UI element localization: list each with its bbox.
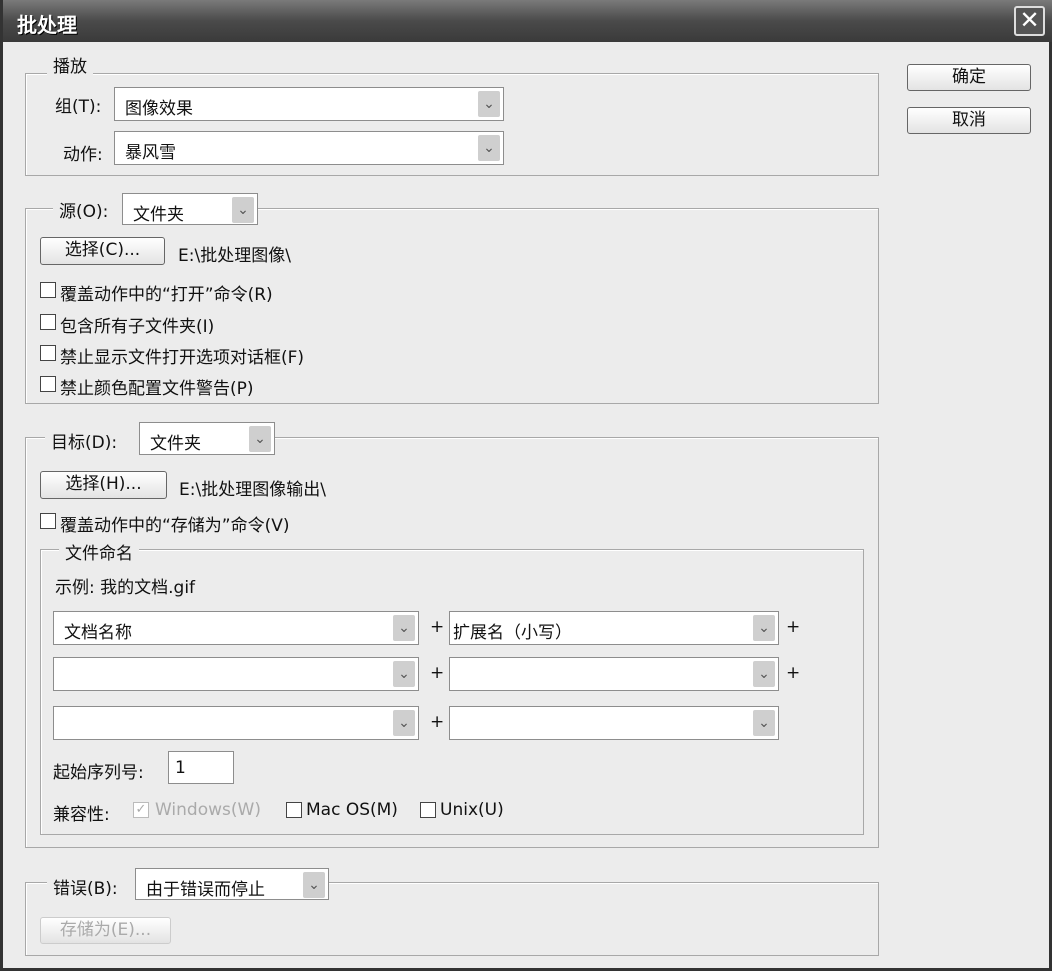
plus-sign: + bbox=[430, 617, 445, 637]
override-save-as-label: 覆盖动作中的“存储为”命令(V) bbox=[60, 516, 290, 536]
override-open-checkbox[interactable] bbox=[40, 282, 56, 298]
naming-field-value: 文档名称 bbox=[64, 623, 132, 643]
destination-choose-button[interactable]: 选择(H)... bbox=[40, 471, 167, 499]
title-bar: 批处理 ✕ bbox=[3, 0, 1052, 42]
chevron-down-icon: ⌄ bbox=[753, 710, 775, 736]
group-select[interactable]: 图像效果 ⌄ bbox=[114, 87, 504, 121]
macos-checkbox[interactable] bbox=[286, 802, 302, 818]
file-naming-legend: 文件命名 bbox=[59, 539, 139, 564]
plus-sign: + bbox=[430, 663, 445, 683]
chevron-down-icon: ⌄ bbox=[232, 197, 254, 223]
naming-field-1[interactable]: 文档名称 ⌄ bbox=[53, 611, 419, 645]
unix-label: Unix(U) bbox=[440, 800, 504, 820]
chevron-down-icon: ⌄ bbox=[478, 135, 500, 161]
chevron-down-icon: ⌄ bbox=[303, 872, 325, 898]
plus-sign: + bbox=[430, 712, 445, 732]
naming-field-value: 扩展名（小写） bbox=[453, 623, 572, 643]
action-label: 动作: bbox=[63, 145, 103, 165]
compat-label: 兼容性: bbox=[53, 805, 110, 825]
serial-label: 起始序列号: bbox=[53, 763, 144, 783]
source-path: E:\批处理图像\ bbox=[178, 246, 291, 266]
naming-field-3[interactable]: ⌄ bbox=[53, 657, 419, 691]
serial-value: 1 bbox=[175, 758, 186, 778]
action-value: 暴风雪 bbox=[125, 143, 176, 163]
source-select[interactable]: 文件夹 ⌄ bbox=[122, 193, 258, 225]
naming-field-4[interactable]: ⌄ bbox=[449, 657, 779, 691]
override-save-as-checkbox[interactable] bbox=[40, 513, 56, 529]
destination-label: 目标(D): bbox=[45, 428, 141, 453]
group-value: 图像效果 bbox=[125, 99, 193, 119]
include-subfolders-label: 包含所有子文件夹(I) bbox=[60, 317, 215, 337]
source-label: 源(O): bbox=[53, 197, 123, 222]
dialog-title: 批处理 bbox=[17, 13, 77, 37]
naming-field-6[interactable]: ⌄ bbox=[449, 706, 779, 740]
plus-sign: + bbox=[786, 663, 801, 683]
cancel-button[interactable]: 取消 bbox=[907, 107, 1031, 134]
windows-checkbox[interactable]: ✓ bbox=[133, 802, 149, 818]
ok-button[interactable]: 确定 bbox=[907, 64, 1031, 91]
chevron-down-icon: ⌄ bbox=[393, 615, 415, 641]
macos-label: Mac OS(M) bbox=[306, 800, 398, 820]
chevron-down-icon: ⌄ bbox=[753, 661, 775, 687]
errors-label: 错误(B): bbox=[47, 874, 137, 899]
unix-checkbox[interactable] bbox=[420, 802, 436, 818]
chevron-down-icon: ⌄ bbox=[478, 91, 500, 117]
errors-select[interactable]: 由于错误而停止 ⌄ bbox=[135, 868, 329, 900]
chevron-down-icon: ⌄ bbox=[393, 710, 415, 736]
destination-value: 文件夹 bbox=[150, 434, 201, 454]
destination-select[interactable]: 文件夹 ⌄ bbox=[139, 422, 275, 455]
chevron-down-icon: ⌄ bbox=[249, 426, 271, 452]
suppress-color-warning-checkbox[interactable] bbox=[40, 376, 56, 392]
suppress-open-dialogs-checkbox[interactable] bbox=[40, 345, 56, 361]
source-choose-button[interactable]: 选择(C)... bbox=[40, 237, 165, 265]
close-icon[interactable]: ✕ bbox=[1014, 6, 1045, 36]
batch-dialog: 批处理 ✕ 确定 取消 播放 组(T): 图像效果 ⌄ 动作: 暴风雪 ⌄ 源(O)… bbox=[0, 0, 1052, 971]
action-select[interactable]: 暴风雪 ⌄ bbox=[114, 131, 504, 165]
serial-input[interactable]: 1 bbox=[168, 751, 234, 784]
windows-label: Windows(W) bbox=[155, 800, 261, 820]
suppress-color-warning-label: 禁止颜色配置文件警告(P) bbox=[60, 379, 254, 399]
chevron-down-icon: ⌄ bbox=[393, 661, 415, 687]
include-subfolders-checkbox[interactable] bbox=[40, 314, 56, 330]
override-open-label: 覆盖动作中的“打开”命令(R) bbox=[60, 285, 273, 305]
group-label: 组(T): bbox=[55, 97, 102, 117]
chevron-down-icon: ⌄ bbox=[753, 615, 775, 641]
naming-field-2[interactable]: 扩展名（小写） ⌄ bbox=[449, 611, 779, 645]
save-as-button[interactable]: 存储为(E)... bbox=[40, 917, 171, 944]
naming-example: 示例: 我的文档.gif bbox=[55, 578, 196, 598]
play-legend: 播放 bbox=[47, 52, 93, 77]
suppress-open-dialogs-label: 禁止显示文件打开选项对话框(F) bbox=[60, 348, 305, 368]
errors-value: 由于错误而停止 bbox=[146, 880, 265, 900]
destination-path: E:\批处理图像输出\ bbox=[179, 480, 326, 500]
source-value: 文件夹 bbox=[133, 205, 184, 225]
plus-sign: + bbox=[786, 617, 801, 637]
naming-field-5[interactable]: ⌄ bbox=[53, 706, 419, 740]
